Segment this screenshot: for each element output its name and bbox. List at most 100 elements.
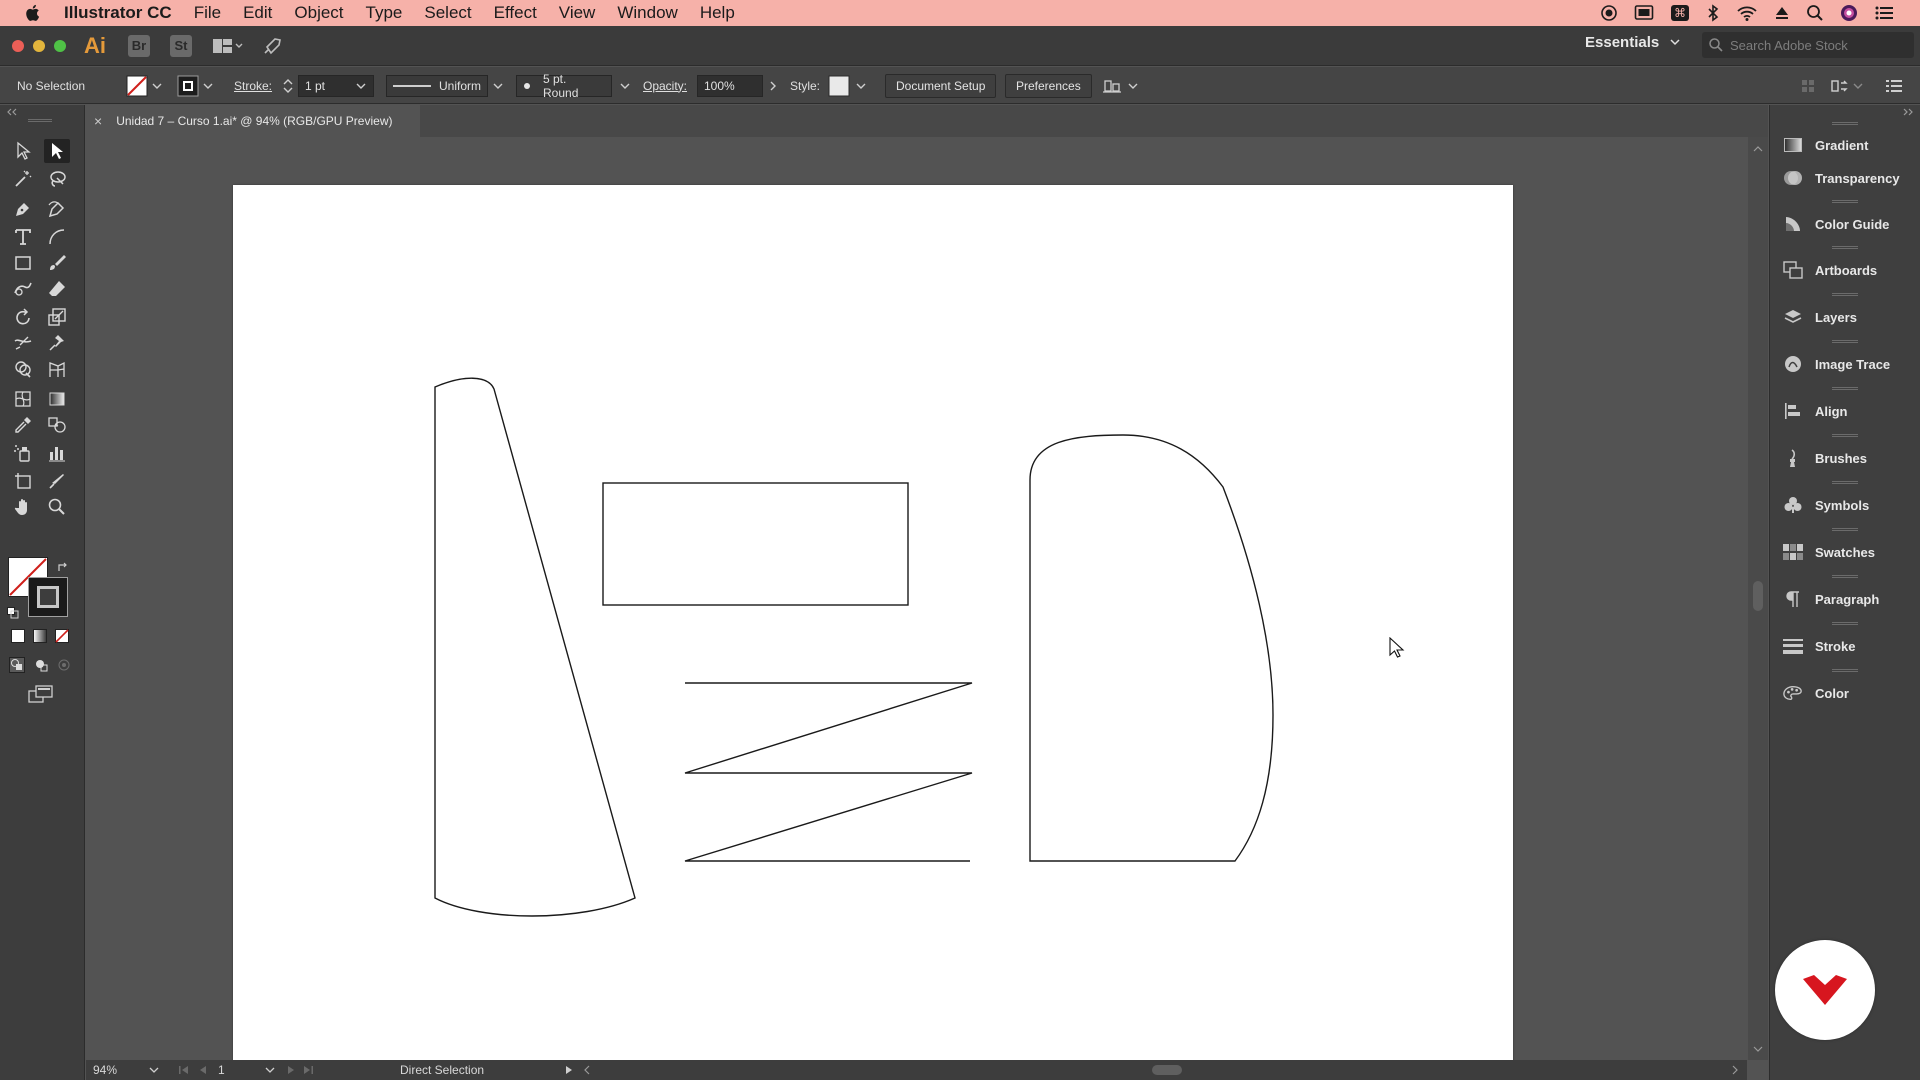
- artboard-tool[interactable]: [10, 469, 36, 493]
- fill-color-control[interactable]: [126, 67, 164, 104]
- draw-behind-icon[interactable]: [33, 657, 49, 673]
- status-menu-arrow-icon[interactable]: [564, 1065, 574, 1075]
- stroke-weight-stepper-icon[interactable]: [282, 76, 294, 96]
- wifi-icon[interactable]: [1736, 4, 1758, 22]
- app-name[interactable]: Illustrator CC: [64, 3, 172, 23]
- chevron-down-icon[interactable]: [619, 81, 631, 91]
- mesh-tool[interactable]: [10, 387, 36, 411]
- vertical-scroll-thumb[interactable]: [1753, 581, 1763, 611]
- menu-help[interactable]: Help: [700, 3, 735, 23]
- first-artboard-icon[interactable]: [178, 1065, 190, 1075]
- arrange-documents-icon[interactable]: [212, 36, 244, 56]
- default-fill-stroke-icon[interactable]: [7, 607, 19, 619]
- panel-layers[interactable]: Layers: [1770, 294, 1920, 340]
- change-screen-mode-icon[interactable]: [28, 685, 54, 703]
- stock-button[interactable]: St: [170, 34, 192, 57]
- previous-artboard-icon[interactable]: [198, 1065, 208, 1075]
- none-mode-icon[interactable]: [55, 629, 69, 643]
- rounded-arch-path[interactable]: [1029, 434, 1274, 862]
- siri-icon[interactable]: [1840, 4, 1858, 22]
- panel-image-trace[interactable]: Image Trace: [1770, 341, 1920, 387]
- column-graph-tool[interactable]: [44, 441, 70, 465]
- artboard[interactable]: [233, 185, 1513, 1060]
- document-tab[interactable]: × Unidad 7 – Curso 1.ai* @ 94% (RGB/GPU …: [88, 105, 420, 137]
- swap-fill-stroke-icon[interactable]: [56, 561, 70, 575]
- draw-inside-icon[interactable]: [56, 657, 72, 673]
- chevron-right-icon[interactable]: [768, 80, 778, 92]
- stroke-swatch-icon[interactable]: [177, 75, 199, 97]
- perspective-grid-tool[interactable]: [44, 357, 70, 381]
- menu-type[interactable]: Type: [366, 3, 403, 23]
- type-tool[interactable]: [10, 225, 36, 249]
- rectangle-tool[interactable]: [10, 251, 36, 275]
- selection-tool[interactable]: [10, 139, 36, 163]
- notification-center-icon[interactable]: [1874, 4, 1894, 22]
- panel-stroke[interactable]: Stroke: [1770, 623, 1920, 669]
- menu-window[interactable]: Window: [617, 3, 677, 23]
- command-icon[interactable]: ⌘: [1670, 4, 1690, 22]
- hand-tool[interactable]: [10, 495, 36, 519]
- stroke-color-control[interactable]: [177, 67, 215, 104]
- record-icon[interactable]: [1600, 4, 1618, 22]
- magic-wand-tool[interactable]: [10, 167, 36, 191]
- panel-color-guide[interactable]: Color Guide: [1770, 201, 1920, 247]
- bluetooth-icon[interactable]: [1706, 4, 1720, 22]
- scroll-down-arrow-icon[interactable]: [1748, 1043, 1768, 1055]
- artboard-number[interactable]: 1: [218, 1063, 225, 1077]
- variable-width-profile[interactable]: Uniform: [386, 74, 488, 97]
- chevron-down-icon[interactable]: [201, 81, 215, 91]
- last-artboard-icon[interactable]: [302, 1065, 314, 1075]
- spotlight-search-icon[interactable]: [1806, 4, 1824, 22]
- gpu-performance-icon[interactable]: [262, 36, 284, 56]
- close-tab-button[interactable]: ×: [94, 113, 102, 129]
- vertical-scrollbar[interactable]: [1748, 137, 1768, 1060]
- panel-artboards[interactable]: Artboards: [1770, 247, 1920, 293]
- menu-select[interactable]: Select: [424, 3, 471, 23]
- rotate-tool[interactable]: [10, 305, 36, 329]
- chevron-down-icon[interactable]: [148, 1065, 160, 1075]
- workspace-switcher[interactable]: Essentials: [1585, 34, 1681, 51]
- opacity-label[interactable]: Opacity:: [643, 79, 687, 93]
- chevron-down-icon[interactable]: [150, 81, 164, 91]
- panel-swatches[interactable]: Swatches: [1770, 529, 1920, 575]
- symbol-sprayer-tool[interactable]: [10, 441, 36, 465]
- zoom-tool[interactable]: [44, 495, 70, 519]
- rectangle-path[interactable]: [602, 482, 909, 606]
- panel-color[interactable]: Color: [1770, 670, 1920, 716]
- menu-file[interactable]: File: [194, 3, 221, 23]
- width-tool[interactable]: [10, 331, 36, 355]
- next-artboard-icon[interactable]: [286, 1065, 296, 1075]
- curvature-tool[interactable]: [44, 197, 70, 221]
- transform-icon[interactable]: [1830, 78, 1850, 94]
- zoom-window-button[interactable]: [54, 39, 66, 52]
- apple-icon[interactable]: [24, 3, 42, 23]
- brush-definition[interactable]: 5 pt. Round: [516, 72, 612, 100]
- panel-menu-icon[interactable]: [1886, 79, 1902, 93]
- lasso-tool[interactable]: [44, 167, 70, 191]
- zoom-level[interactable]: 94%: [93, 1063, 117, 1077]
- eject-icon[interactable]: [1774, 4, 1790, 22]
- draw-normal-icon[interactable]: [9, 657, 25, 673]
- scale-tool[interactable]: [44, 305, 70, 329]
- canvas-area[interactable]: [86, 137, 1747, 1060]
- eyedropper-tool[interactable]: [10, 413, 36, 437]
- pen-tool[interactable]: [10, 197, 36, 221]
- preferences-button[interactable]: Preferences: [1005, 73, 1092, 98]
- horizontal-scrollbar[interactable]: [582, 1060, 1742, 1080]
- tapered-shape-path[interactable]: [434, 377, 636, 917]
- opacity-field[interactable]: 100%: [697, 74, 763, 97]
- screen-icon[interactable]: [1634, 4, 1654, 22]
- paintbrush-tool[interactable]: [44, 251, 70, 275]
- direct-selection-tool[interactable]: [44, 139, 70, 163]
- stroke-swatch[interactable]: [28, 577, 68, 617]
- scroll-left-arrow-icon[interactable]: [582, 1065, 592, 1075]
- eraser-tool[interactable]: [44, 277, 70, 301]
- panel-symbols[interactable]: Symbols: [1770, 482, 1920, 528]
- menu-edit[interactable]: Edit: [243, 3, 272, 23]
- panel-align[interactable]: Align: [1770, 388, 1920, 434]
- close-window-button[interactable]: [12, 39, 24, 52]
- chevron-down-icon[interactable]: [854, 81, 868, 91]
- menu-view[interactable]: View: [559, 3, 596, 23]
- chevron-down-icon[interactable]: [355, 81, 367, 91]
- fill-none-swatch-icon[interactable]: [126, 75, 148, 97]
